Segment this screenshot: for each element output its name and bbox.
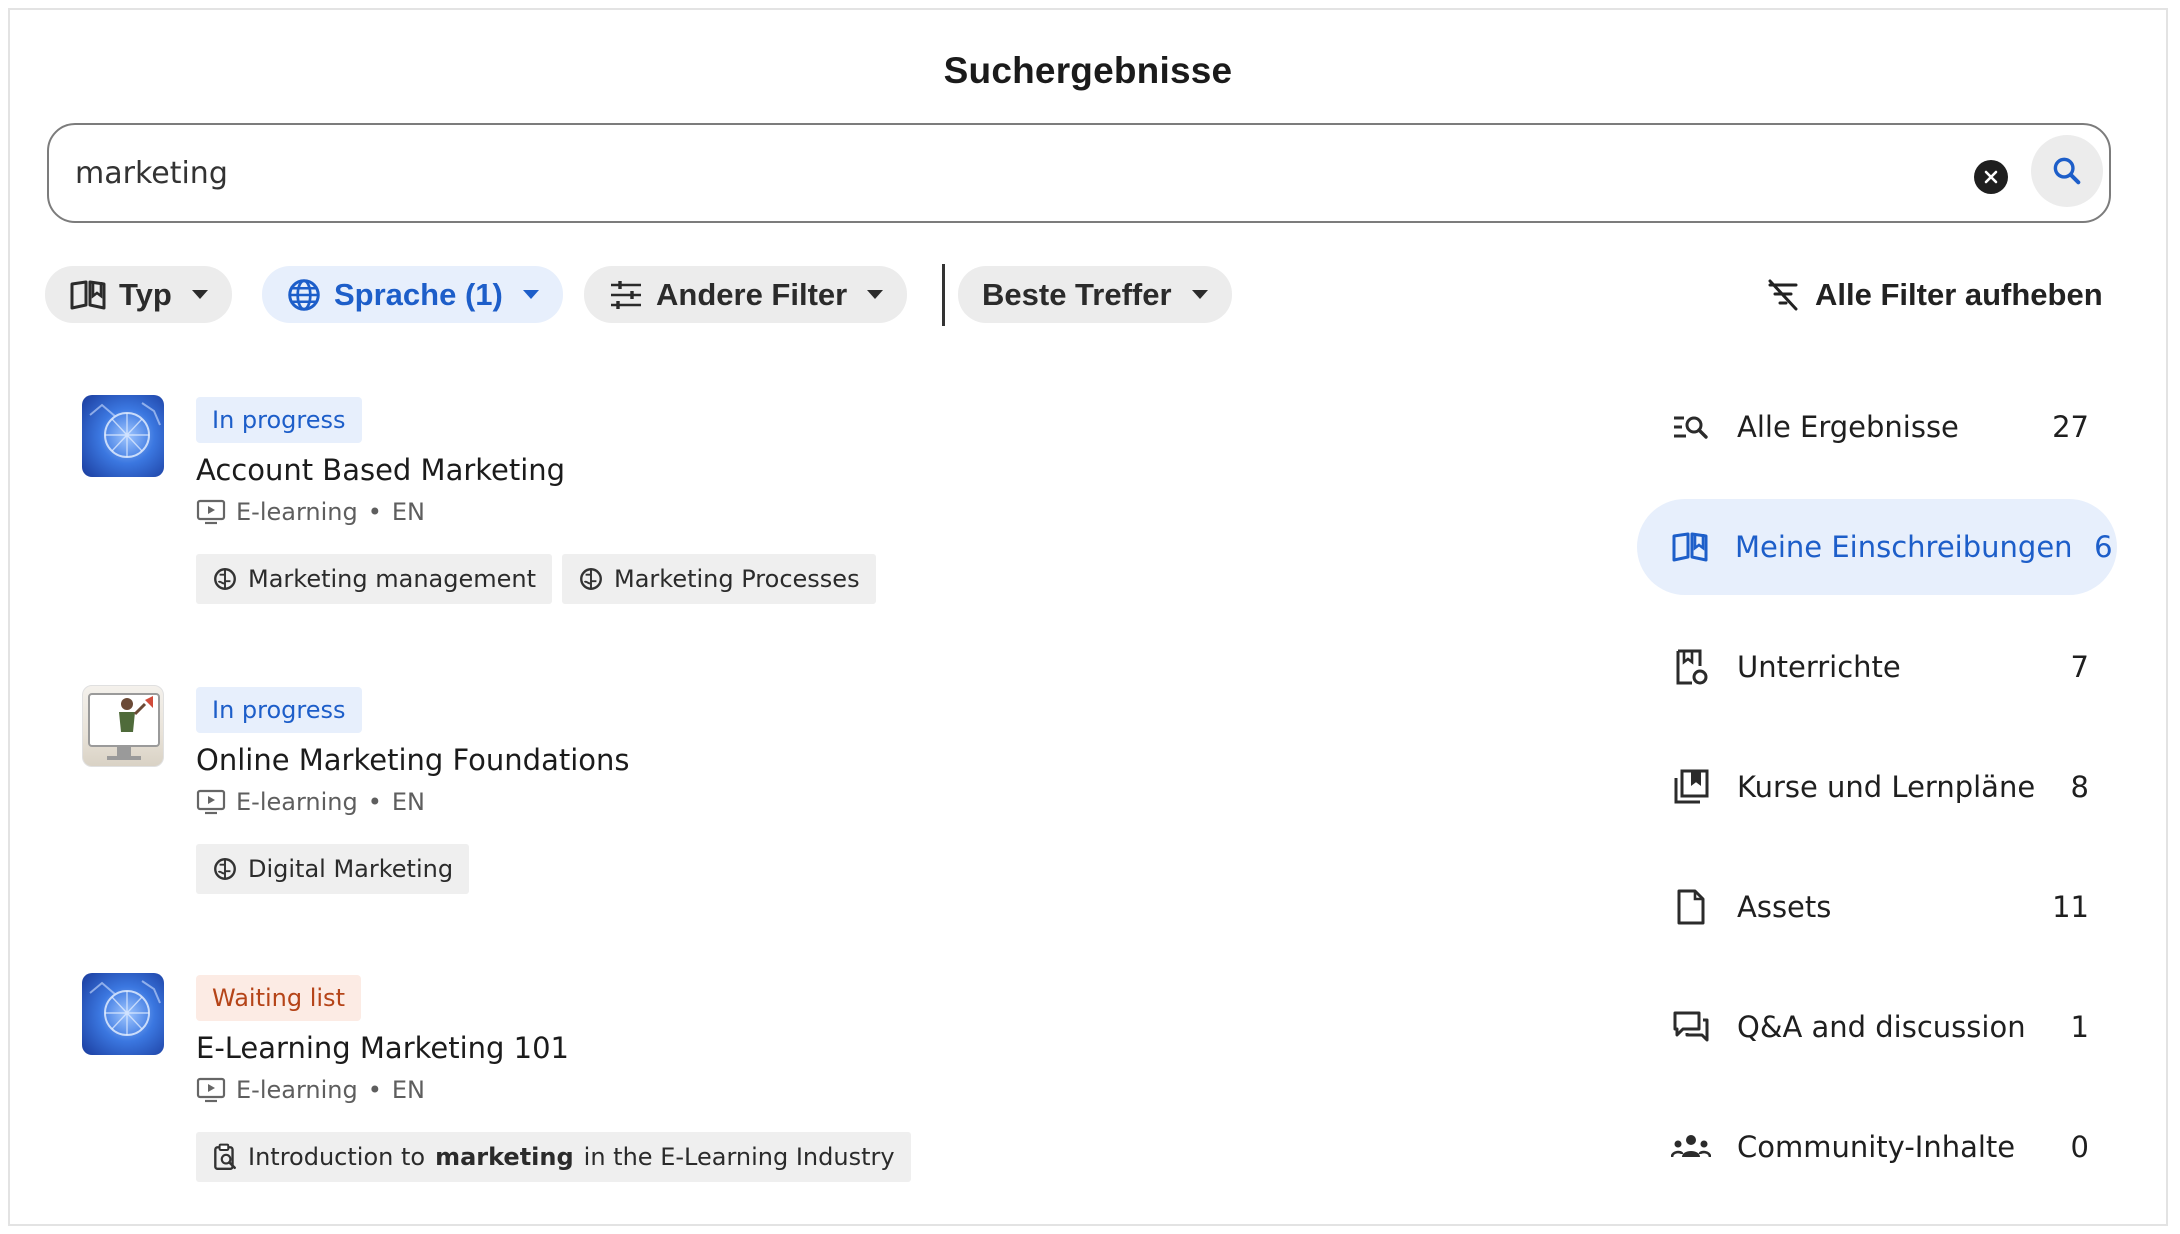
status-badge: In progress bbox=[196, 687, 362, 733]
search-input[interactable] bbox=[75, 147, 1775, 199]
sidebar-item-count: 0 bbox=[2070, 1130, 2089, 1164]
sidebar-item-all-results[interactable]: Alle Ergebnisse 27 bbox=[1637, 379, 2117, 475]
match-highlight: marketing bbox=[435, 1143, 574, 1171]
match-tags: Introduction to marketing in the E-Learn… bbox=[196, 1132, 911, 1182]
sidebar-item-count: 7 bbox=[2070, 650, 2089, 684]
file-icon bbox=[1671, 887, 1711, 927]
match-suffix: in the E-Learning Industry bbox=[583, 1143, 895, 1171]
sidebar-item-label: Meine Einschreibungen bbox=[1735, 530, 2073, 564]
courses-icon bbox=[1671, 767, 1711, 807]
status-badge: In progress bbox=[196, 397, 362, 443]
match-prefix: Introduction to bbox=[248, 1143, 426, 1171]
thumbnail-image bbox=[89, 980, 161, 1036]
chevron-down-icon bbox=[191, 290, 208, 299]
content-type: E-learning bbox=[236, 788, 358, 816]
result-title[interactable]: E-Learning Marketing 101 bbox=[196, 1031, 569, 1065]
sidebar-item-count: 11 bbox=[2052, 890, 2089, 924]
sort-button[interactable]: Beste Treffer bbox=[958, 266, 1232, 323]
sidebar-item-count: 8 bbox=[2070, 770, 2089, 804]
result-meta: E-learning • EN bbox=[196, 1076, 425, 1104]
skill-tag[interactable]: Marketing management bbox=[196, 554, 553, 604]
course-thumbnail bbox=[82, 395, 164, 477]
skill-tag-label: Digital Marketing bbox=[248, 855, 454, 883]
other-filters-button[interactable]: Andere Filter bbox=[584, 266, 908, 323]
clipboard-search-icon bbox=[214, 1143, 236, 1171]
sidebar-item-assets[interactable]: Assets 11 bbox=[1637, 859, 2117, 955]
result-title[interactable]: Online Marketing Foundations bbox=[196, 743, 630, 777]
sidebar-item-label: Q&A and discussion bbox=[1737, 1010, 2026, 1044]
sidebar-item-lessons[interactable]: Unterrichte 7 bbox=[1637, 619, 2117, 715]
meta-separator: • bbox=[367, 1076, 382, 1104]
clear-search-button[interactable] bbox=[1974, 160, 2008, 194]
content-type: E-learning bbox=[236, 498, 358, 526]
brain-icon bbox=[580, 568, 602, 590]
meta-separator: • bbox=[367, 498, 382, 526]
brain-icon bbox=[214, 858, 236, 880]
other-filters-label: Andere Filter bbox=[656, 276, 848, 312]
community-icon bbox=[1671, 1127, 1711, 1167]
sidebar-item-community-content[interactable]: Community-Inhalte 0 bbox=[1637, 1099, 2117, 1195]
thumbnail-image bbox=[88, 693, 160, 760]
sidebar-item-count: 27 bbox=[2052, 410, 2089, 444]
discussion-icon bbox=[1671, 1007, 1711, 1047]
clear-all-filters-button[interactable]: Alle Filter aufheben bbox=[1765, 272, 2103, 318]
skill-tags: Digital Marketing bbox=[196, 844, 470, 894]
course-thumbnail bbox=[82, 973, 164, 1055]
course-thumbnail bbox=[82, 685, 164, 767]
type-filter-label: Typ bbox=[119, 276, 172, 312]
open-book-icon bbox=[70, 280, 106, 309]
open-book-icon bbox=[1671, 527, 1709, 567]
monitor-play-icon bbox=[196, 499, 226, 525]
sidebar-item-courses[interactable]: Kurse und Lernpläne 8 bbox=[1637, 739, 2117, 835]
language-code: EN bbox=[391, 788, 426, 816]
language-code: EN bbox=[391, 1076, 426, 1104]
sidebar-item-label: Kurse und Lernpläne bbox=[1737, 770, 2036, 804]
sort-label: Beste Treffer bbox=[982, 276, 1172, 312]
monitor-play-icon bbox=[196, 1077, 226, 1103]
sidebar-item-count: 1 bbox=[2070, 1010, 2089, 1044]
skill-tag[interactable]: Digital Marketing bbox=[196, 844, 470, 894]
search-icon bbox=[2053, 157, 2081, 185]
result-title[interactable]: Account Based Marketing bbox=[196, 453, 565, 487]
type-filter-button[interactable]: Typ bbox=[45, 266, 232, 323]
lesson-icon bbox=[1671, 647, 1711, 687]
filter-divider bbox=[942, 264, 945, 326]
search-results-panel: Suchergebnisse Typ Sprache ( bbox=[8, 8, 2168, 1226]
chevron-down-icon bbox=[867, 290, 884, 299]
globe-icon bbox=[288, 278, 320, 311]
result-meta: E-learning • EN bbox=[196, 788, 425, 816]
chevron-down-icon bbox=[522, 290, 539, 299]
filter-off-icon bbox=[1768, 279, 1798, 311]
clear-all-filters-label: Alle Filter aufheben bbox=[1815, 277, 2103, 312]
result-meta: E-learning • EN bbox=[196, 498, 425, 526]
sidebar-item-label: Assets bbox=[1737, 890, 1832, 924]
chevron-down-icon bbox=[1191, 290, 1208, 299]
sidebar-item-label: Alle Ergebnisse bbox=[1737, 410, 1959, 444]
search-button[interactable] bbox=[2031, 135, 2103, 207]
thumbnail-image bbox=[89, 402, 161, 458]
sidebar-item-qa-discussion[interactable]: Q&A and discussion 1 bbox=[1637, 979, 2117, 1075]
brain-icon bbox=[214, 568, 236, 590]
sidebar-item-label: Unterrichte bbox=[1737, 650, 1901, 684]
sidebar-item-label: Community-Inhalte bbox=[1737, 1130, 2016, 1164]
status-badge: Waiting list bbox=[196, 975, 361, 1021]
language-code: EN bbox=[391, 498, 426, 526]
sidebar-item-count: 6 bbox=[2094, 530, 2113, 564]
close-icon bbox=[1984, 170, 1998, 184]
skill-tag[interactable]: Marketing Processes bbox=[562, 554, 876, 604]
content-type: E-learning bbox=[236, 1076, 358, 1104]
lesson-match-tag[interactable]: Introduction to marketing in the E-Learn… bbox=[196, 1132, 911, 1182]
skill-tag-label: Marketing management bbox=[248, 565, 537, 593]
skill-tag-label: Marketing Processes bbox=[614, 565, 860, 593]
monitor-play-icon bbox=[196, 789, 226, 815]
meta-separator: • bbox=[367, 788, 382, 816]
language-filter-label: Sprache (1) bbox=[334, 276, 503, 312]
search-bar bbox=[47, 123, 2111, 223]
sliders-icon bbox=[611, 280, 641, 309]
sidebar-item-my-enrollments[interactable]: Meine Einschreibungen 6 bbox=[1637, 499, 2117, 595]
skill-tags: Marketing management Marketing Processes bbox=[196, 554, 876, 604]
language-filter-button[interactable]: Sprache (1) bbox=[262, 266, 563, 323]
search-list-icon bbox=[1671, 407, 1711, 447]
page-title: Suchergebnisse bbox=[943, 50, 1233, 91]
